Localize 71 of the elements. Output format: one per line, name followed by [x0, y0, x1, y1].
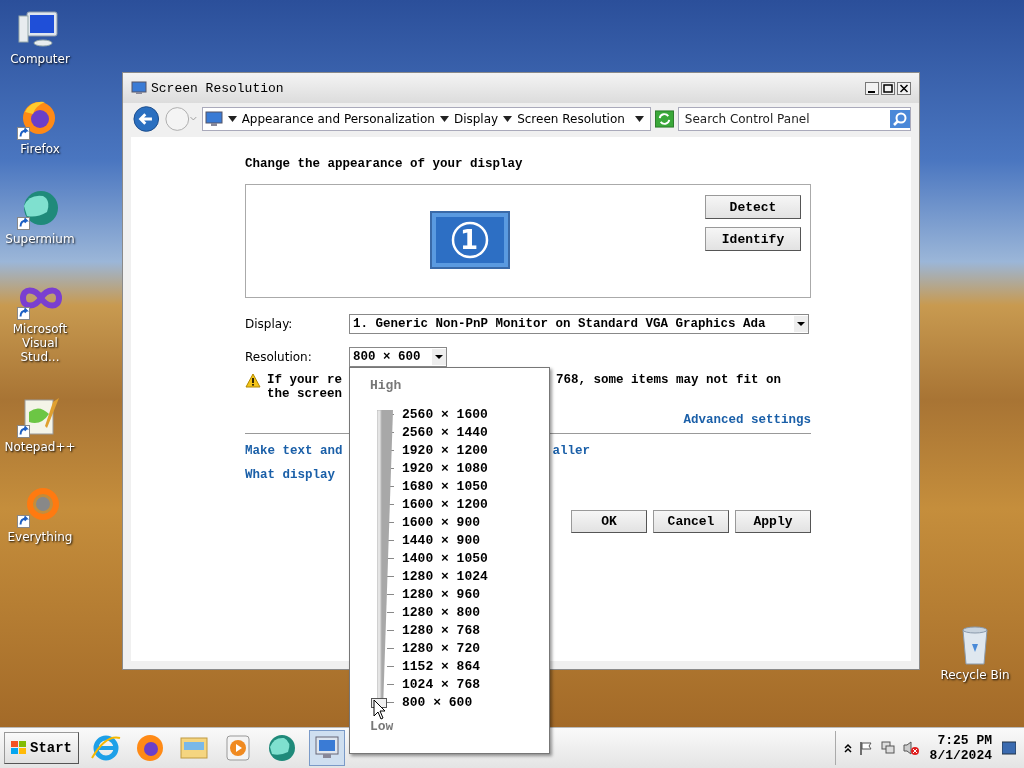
slider-label: Low: [370, 719, 395, 736]
breadcrumb-item[interactable]: Screen Resolution: [517, 112, 625, 126]
icon-label[interactable]: Recycle Bin: [940, 668, 1010, 682]
resolution-option[interactable]: 1280 × 720: [402, 640, 480, 656]
show-desktop-icon[interactable]: [1002, 740, 1016, 756]
caret-icon[interactable]: [439, 116, 449, 122]
minimize-icon[interactable]: [865, 81, 879, 95]
resolution-dropdown[interactable]: 800 × 600: [349, 347, 447, 367]
chevron-up-icon[interactable]: [843, 743, 852, 753]
resolution-option[interactable]: 2560 × 1440: [402, 424, 488, 440]
address-bar[interactable]: Appearance and Personalization Display Screen Resolution: [201, 107, 651, 131]
resolution-option[interactable]: 1600 × 900: [402, 514, 480, 530]
search-field[interactable]: Search Control Panel: [677, 107, 911, 131]
dialog-button[interactable]: Apply: [735, 510, 811, 533]
dialog-button[interactable]: Cancel: [653, 510, 729, 533]
resolution-option[interactable]: 1600 × 1200: [402, 496, 488, 512]
caret-icon: [432, 349, 446, 365]
help-link[interactable]: aller: [552, 444, 591, 458]
resolution-option[interactable]: 1920 × 1080: [402, 460, 488, 476]
breadcrumb-item[interactable]: Display: [453, 112, 499, 126]
display-dropdown[interactable]: 1. Generic Non-PnP Monitor on Standard VGA Graphics Ada: [349, 314, 809, 334]
monitor-icon: [131, 81, 147, 95]
caret-icon[interactable]: [227, 116, 237, 122]
window-title: Screen Resolution: [151, 80, 284, 96]
caret-icon[interactable]: [503, 116, 513, 122]
resolution-option[interactable]: 1152 × 864: [402, 658, 480, 674]
resolution-option[interactable]: 1280 × 1024: [402, 568, 488, 584]
search-icon[interactable]: [890, 110, 910, 128]
breadcrumb-item[interactable]: Appearance and Personalization: [241, 112, 435, 126]
heading: Change the appearance of your display: [245, 157, 524, 171]
warning-text: 768, some items may not fit on: [556, 373, 782, 387]
help-link[interactable]: Make text and: [245, 444, 343, 458]
resolution-option[interactable]: 1680 × 1050: [402, 478, 488, 494]
warning-icon: [245, 373, 261, 388]
close-icon[interactable]: [897, 81, 911, 95]
monitor-icon[interactable]: [430, 211, 510, 271]
resolution-option[interactable]: 800 × 600: [402, 694, 473, 710]
advanced-settings-link[interactable]: Advanced settings: [683, 413, 811, 427]
resolution-option[interactable]: 2560 × 1600: [402, 406, 488, 422]
monitor-icon: [204, 111, 223, 127]
field-label: Display:: [245, 317, 294, 331]
caret-icon: [794, 316, 808, 332]
mouse-pointer-icon: [373, 699, 387, 721]
clock[interactable]: 7:25 PM 8/1/2024: [929, 733, 992, 763]
warning-text: If your re: [267, 373, 342, 387]
help-link[interactable]: What display: [245, 468, 335, 482]
start-button[interactable]: Start: [4, 732, 79, 764]
dialog-button[interactable]: OK: [571, 510, 647, 533]
display-action-button[interactable]: Identify: [705, 227, 801, 251]
resolution-option[interactable]: 1280 × 800: [402, 604, 480, 620]
network-icon[interactable]: [879, 740, 896, 756]
resolution-option[interactable]: 1024 × 768: [402, 676, 480, 692]
caret-icon[interactable]: [634, 116, 644, 122]
speaker-muted-icon[interactable]: [901, 740, 920, 756]
resolution-option[interactable]: 1920 × 1200: [402, 442, 488, 458]
resolution-option[interactable]: 1440 × 900: [402, 532, 480, 548]
slider-track[interactable]: [371, 410, 393, 710]
slider-label: High: [370, 378, 403, 395]
display-action-button[interactable]: Detect: [705, 195, 801, 219]
windows-logo-icon: [11, 741, 27, 755]
warning-text: the screen: [267, 387, 343, 401]
flag-icon[interactable]: [857, 740, 874, 756]
resolution-option[interactable]: 1280 × 768: [402, 622, 480, 638]
resolution-option[interactable]: 1400 × 1050: [402, 550, 488, 566]
icon-label[interactable]: Computer: [10, 52, 70, 66]
field-label: Resolution:: [245, 350, 313, 364]
monitor-icon[interactable]: [309, 730, 345, 766]
icon-label[interactable]: Firefox: [20, 142, 60, 156]
maximize-icon[interactable]: [881, 81, 895, 95]
refresh-icon[interactable]: [654, 110, 674, 128]
resolution-option[interactable]: 1280 × 960: [402, 586, 480, 602]
